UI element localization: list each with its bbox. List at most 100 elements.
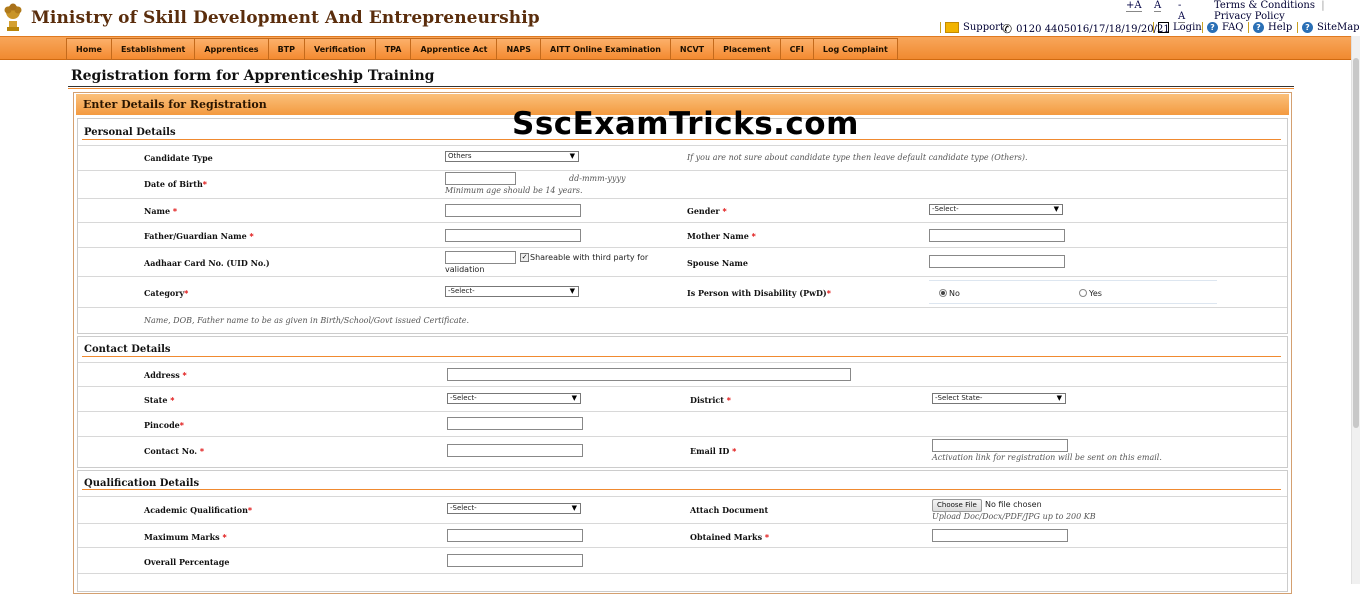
watermark-text: SscExamTricks.com	[512, 106, 859, 142]
pwd-yes-radio[interactable]	[1079, 289, 1087, 297]
phone-info: ✆ 0120 4405016/17/18/19/20/21	[1002, 22, 1170, 36]
attach-document-label: Attach Document	[690, 505, 769, 515]
maximum-marks-label: Maximum Marks *	[144, 532, 227, 542]
section-divider	[82, 356, 1281, 357]
aadhaar-label: Aadhaar Card No. (UID No.)	[144, 258, 270, 268]
support-link[interactable]: Support	[940, 22, 1004, 33]
nav-tpa[interactable]: TPA	[374, 38, 412, 60]
nav-cfi[interactable]: CFI	[779, 38, 814, 60]
row-divider	[78, 386, 1287, 387]
font-increase-button[interactable]: +A	[1126, 0, 1142, 12]
privacy-link[interactable]: Privacy Policy	[1214, 11, 1285, 22]
maximum-marks-input[interactable]	[447, 529, 583, 542]
address-label: Address *	[144, 370, 187, 380]
name-input[interactable]	[445, 204, 581, 217]
phone-icon: ✆	[1002, 22, 1013, 36]
row-divider	[78, 573, 1287, 574]
state-select[interactable]: -Select-	[447, 393, 581, 404]
login-label: Login	[1173, 22, 1202, 33]
address-input[interactable]	[447, 368, 851, 381]
father-name-input[interactable]	[445, 229, 581, 242]
title-divider-accent	[68, 88, 1294, 89]
separator	[1297, 22, 1298, 33]
required-mark: *	[764, 532, 770, 542]
gender-select[interactable]: -Select-	[929, 204, 1063, 215]
section-title: Personal Details	[84, 127, 176, 138]
page-scrollbar[interactable]	[1351, 36, 1360, 584]
scrollbar-thumb[interactable]	[1353, 58, 1359, 428]
email-input[interactable]	[932, 439, 1068, 452]
help-link[interactable]: ? Help	[1248, 22, 1292, 33]
nav-apprentices[interactable]: Apprentices	[194, 38, 269, 60]
aadhaar-input[interactable]	[445, 251, 516, 264]
mother-name-input[interactable]	[929, 229, 1065, 242]
required-mark: *	[726, 395, 731, 405]
required-mark: *	[722, 206, 727, 216]
faq-label: FAQ	[1222, 22, 1244, 33]
help-circle-icon: ?	[1302, 22, 1313, 33]
district-label: District *	[690, 395, 731, 405]
dob-label: Date of Birth*	[144, 179, 207, 189]
academic-qualification-select[interactable]: -Select-	[447, 503, 581, 514]
district-select[interactable]: -Select State-	[932, 393, 1066, 404]
contact-no-input[interactable]	[447, 444, 583, 457]
row-divider	[78, 170, 1287, 171]
spouse-name-label: Spouse Name	[687, 258, 748, 268]
no-file-chosen-text: No file chosen	[985, 500, 1042, 509]
nav-aitt-online-examination[interactable]: AITT Online Examination	[540, 38, 671, 60]
font-normal-button[interactable]: A	[1154, 0, 1162, 12]
dob-format-hint: dd-mmm-yyyy	[569, 174, 626, 183]
pwd-no-radio[interactable]	[939, 289, 947, 297]
nav-home[interactable]: Home	[66, 38, 112, 60]
candidate-type-select[interactable]: Others	[445, 151, 579, 162]
nav-btp[interactable]: BTP	[267, 38, 305, 60]
required-mark: *	[179, 420, 184, 430]
address-label-text: Address	[144, 370, 180, 380]
font-decrease-button[interactable]: -A	[1178, 0, 1185, 23]
overall-percentage-input[interactable]	[447, 554, 583, 567]
pwd-label: Is Person with Disability (PwD)*	[687, 288, 831, 298]
separator	[1153, 22, 1154, 33]
obtained-marks-label-text: Obtained Marks	[690, 532, 763, 542]
nav-log-complaint[interactable]: Log Complaint	[812, 38, 898, 60]
login-link[interactable]: Login	[1153, 22, 1202, 33]
nav-verification[interactable]: Verification	[304, 38, 376, 60]
row-divider	[78, 547, 1287, 548]
link-separator: |	[1321, 0, 1325, 11]
pwd-yes-label: Yes	[1089, 289, 1102, 298]
choose-file-button[interactable]: Choose File	[932, 499, 982, 512]
row-divider	[78, 276, 1287, 277]
nav-ncvt[interactable]: NCVT	[669, 38, 715, 60]
nav-establishment[interactable]: Establishment	[110, 38, 196, 60]
section-title: Contact Details	[84, 344, 171, 355]
obtained-marks-input[interactable]	[932, 529, 1068, 542]
academic-qualification-label-text: Academic Qualification	[144, 505, 248, 515]
pwd-label-text: Is Person with Disability (PwD)	[687, 288, 827, 298]
father-name-label-text: Father/Guardian Name	[144, 231, 247, 241]
required-mark: *	[249, 231, 254, 241]
category-label: Category*	[144, 288, 188, 298]
category-select[interactable]: -Select-	[445, 286, 579, 297]
mother-name-label-text: Mother Name	[687, 231, 749, 241]
email-hint: Activation link for registration will be…	[932, 453, 1162, 462]
shareable-label-cont: validation	[445, 265, 485, 274]
pincode-input[interactable]	[447, 417, 583, 430]
row-divider	[78, 247, 1287, 248]
required-mark: *	[172, 206, 178, 216]
nav-placement[interactable]: Placement	[713, 38, 781, 60]
nav-items: Home Establishment Apprentices BTP Verif…	[66, 37, 898, 60]
spouse-name-input[interactable]	[929, 255, 1065, 268]
pincode-label-text: Pincode	[144, 420, 180, 430]
state-label: State *	[144, 395, 174, 405]
title-divider	[68, 86, 1294, 87]
dob-input[interactable]	[445, 172, 516, 185]
required-mark: *	[184, 288, 189, 298]
terms-link[interactable]: Terms & Conditions	[1214, 0, 1315, 11]
sitemap-link[interactable]: ? SiteMap	[1297, 22, 1360, 33]
row-divider	[78, 411, 1287, 412]
nav-apprentice-act[interactable]: Apprentice Act	[410, 38, 498, 60]
shareable-checkbox[interactable]: ✓	[520, 253, 529, 262]
nav-naps[interactable]: NAPS	[496, 38, 541, 60]
separator	[1202, 22, 1203, 33]
faq-link[interactable]: ? FAQ	[1202, 22, 1244, 33]
